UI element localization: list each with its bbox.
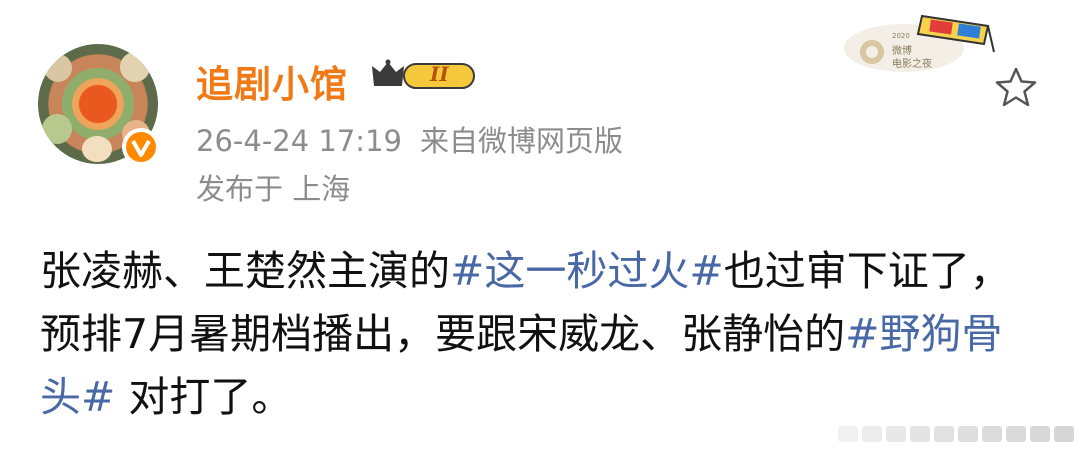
verified-badge-icon [122, 128, 160, 166]
post-source: 来自微博网页版 [419, 124, 623, 158]
favorite-button[interactable] [994, 66, 1038, 108]
weibo-post: 追剧小馆 II 26-4-24 17:19 来自微博网页版 发布于 上海 2020… [0, 0, 1080, 456]
vip-level: II [430, 62, 449, 86]
bottom-fade [838, 420, 1078, 448]
badge-line2: 电影之夜 [892, 59, 932, 70]
post-text-3: 对打了。 [115, 373, 293, 421]
post-location: 发布于 上海 [196, 172, 351, 206]
post-text-1: 张凌赫、王楚然主演的 [40, 247, 450, 295]
star-icon [995, 67, 1037, 107]
vip-crown-icon [372, 59, 475, 89]
event-badge: 2020 微博 电影之夜 [838, 12, 998, 76]
post-meta: 26-4-24 17:19 来自微博网页版 [196, 118, 623, 160]
post-content: 张凌赫、王楚然主演的#这一秒过火#也过审下证了，预排7月暑期档播出，要跟宋威龙、… [40, 240, 1040, 429]
vip-badge[interactable]: II [370, 58, 478, 92]
timestamp[interactable]: 26-4-24 17:19 [196, 124, 402, 158]
username[interactable]: 追剧小馆 [196, 54, 348, 108]
badge-year: 2020 [892, 32, 910, 40]
topic-link-1[interactable]: #这一秒过火# [450, 247, 724, 295]
